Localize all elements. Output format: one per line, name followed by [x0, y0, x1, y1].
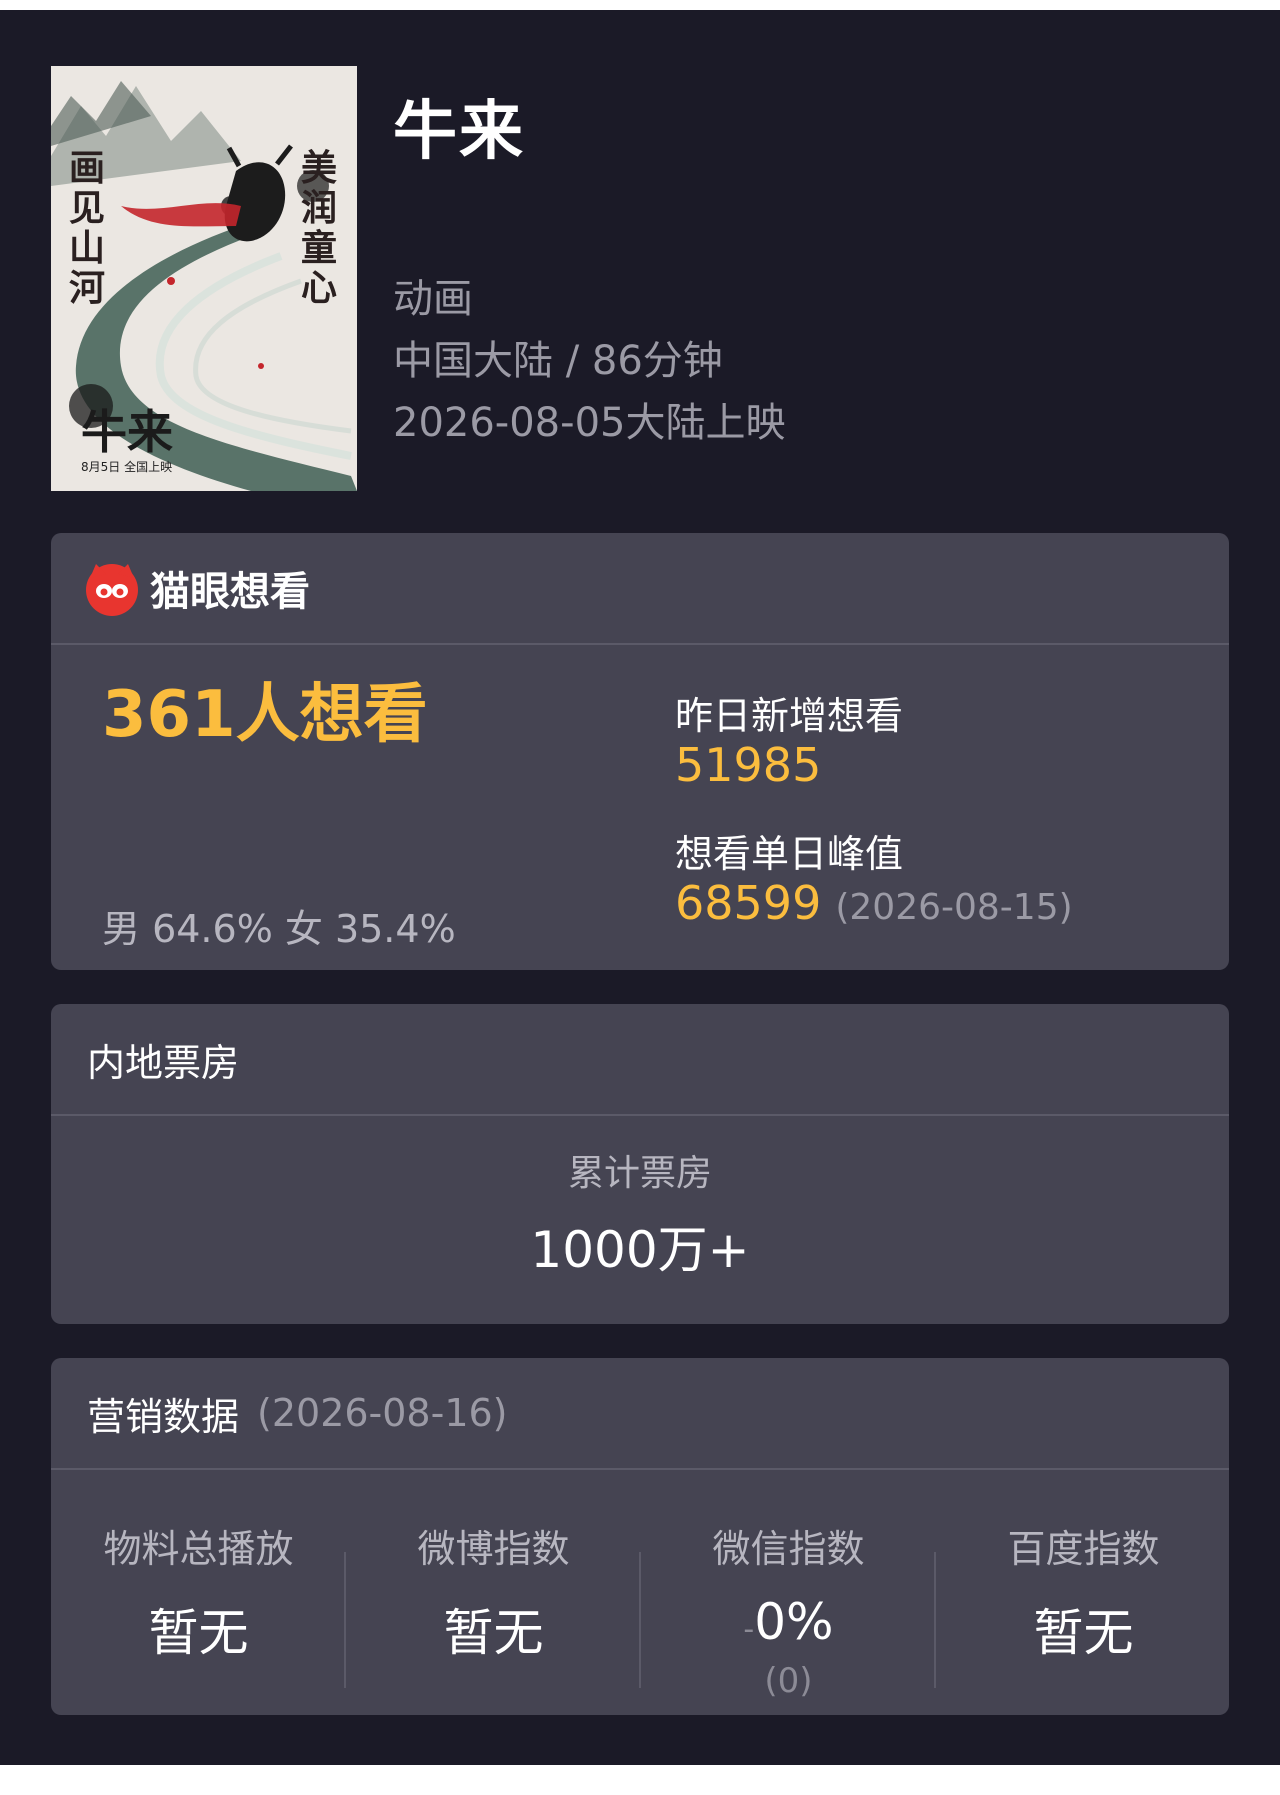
boxoffice-card[interactable]: 内地票房 累计票房 1000万+: [51, 1004, 1229, 1324]
stat-value: 暂无: [1033, 1604, 1134, 1662]
stat-value: 暂无: [148, 1604, 249, 1662]
gender-ratio: 男 64.6% 女 35.4%: [102, 907, 456, 951]
marketing-section-title: 营销数据: [87, 1394, 240, 1439]
stat-value: 暂无: [443, 1604, 544, 1662]
poster-calligraphy-right: 美润童心: [301, 147, 338, 309]
stat-value: 0%: [754, 1593, 834, 1651]
poster-release-note: 8月5日 全国上映: [81, 460, 173, 474]
stat-label: 微博指数: [417, 1527, 570, 1571]
yesterday-new-value: 51985: [675, 738, 822, 792]
poster-title-brush: 牛来: [81, 405, 173, 459]
total-boxoffice-value: 1000万+: [530, 1221, 750, 1279]
maoyan-cat-icon: [86, 564, 138, 616]
poster-calligraphy-left: 画见山河: [69, 147, 106, 309]
peak-date: (2026-08-15): [835, 887, 1073, 928]
movie-detail-page: 画见山河 美润童心 牛来 8月5日 全国上映 牛来 动画 中国大陆 / 86分钟…: [0, 10, 1280, 1765]
stat-label: 微信指数: [712, 1527, 865, 1571]
total-boxoffice-label: 累计票房: [567, 1153, 712, 1194]
boxoffice-section-title: 内地票房: [87, 1040, 240, 1085]
want-to-see-card[interactable]: 猫眼想看 361人想看 男 64.6% 女 35.4% 昨日新增想看 51985…: [51, 533, 1229, 970]
movie-region-duration: 中国大陆 / 86分钟: [393, 338, 723, 384]
maoyan-brand-label: 猫眼想看: [150, 569, 310, 615]
movie-poster[interactable]: 画见山河 美润童心 牛来 8月5日 全国上映: [51, 66, 357, 491]
wechat-index-stat[interactable]: 微信指数 -0% (0): [641, 1518, 936, 1701]
baidu-index-stat[interactable]: 百度指数 暂无: [936, 1518, 1231, 1665]
yesterday-new-label: 昨日新增想看: [675, 694, 904, 738]
stat-label: 物料总播放: [103, 1527, 294, 1571]
want-count: 361人想看: [102, 678, 428, 752]
material-plays-stat[interactable]: 物料总播放 暂无: [51, 1518, 346, 1665]
stat-sub-value: (0): [764, 1661, 813, 1701]
peak-label: 想看单日峰值: [675, 832, 904, 876]
stat-trend-prefix: -: [743, 1612, 755, 1647]
movie-genre: 动画: [393, 276, 473, 322]
marketing-date: (2026-08-16): [257, 1391, 508, 1435]
peak-value: 68599: [675, 876, 822, 930]
movie-title: 牛来: [393, 95, 525, 169]
movie-release-date: 2026-08-05大陆上映: [393, 400, 786, 446]
stat-label: 百度指数: [1007, 1527, 1160, 1571]
weibo-index-stat[interactable]: 微博指数 暂无: [346, 1518, 641, 1665]
